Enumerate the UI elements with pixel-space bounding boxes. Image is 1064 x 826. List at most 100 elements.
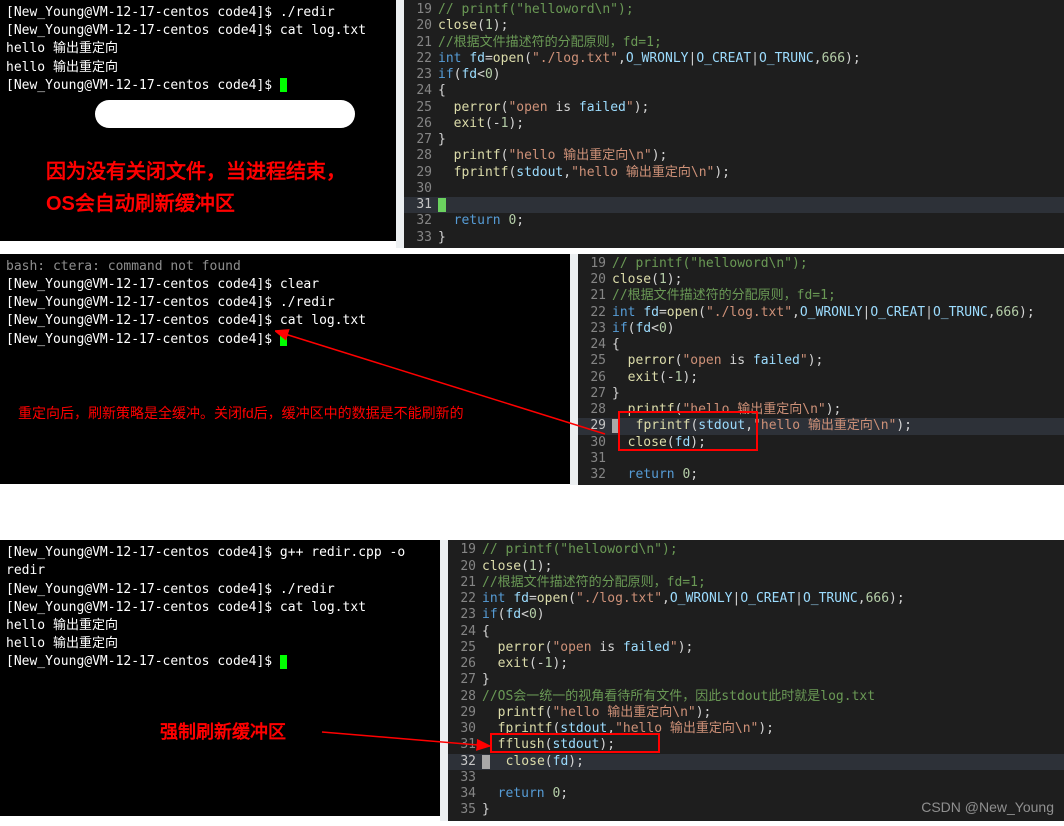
code-line: 21//根据文件描述符的分配原则，fd=1; bbox=[578, 288, 1064, 304]
line-number: 19 bbox=[404, 2, 438, 18]
line-number: 27 bbox=[448, 672, 482, 688]
line-number: 31 bbox=[578, 451, 612, 467]
term-line: hello 输出重定向 bbox=[6, 59, 390, 77]
arrow-icon bbox=[320, 728, 500, 752]
editor-cursor-icon bbox=[482, 755, 490, 769]
line-number: 19 bbox=[448, 542, 482, 558]
code-line: 20close(1); bbox=[578, 272, 1064, 288]
line-number: 21 bbox=[578, 288, 612, 304]
annotation-red-3: 强制刷新缓冲区 bbox=[160, 720, 286, 745]
code-line: 21//根据文件描述符的分配原则，fd=1; bbox=[448, 575, 1064, 591]
code-line: 26 exit(-1); bbox=[578, 370, 1064, 386]
code-line: 28 printf("hello 输出重定向\n"); bbox=[404, 148, 1064, 164]
line-number: 30 bbox=[404, 181, 438, 197]
highlight-box-fflush bbox=[490, 733, 660, 753]
code-line: 31 bbox=[404, 197, 1064, 213]
term-line: bash: ctera: command not found bbox=[6, 258, 564, 276]
line-number: 22 bbox=[404, 51, 438, 67]
term-line: [New_Young@VM-12-17-centos code4]$ clear bbox=[6, 276, 564, 294]
code-line: 25 perror("open is failed"); bbox=[578, 353, 1064, 369]
code-line: 22int fd=open("./log.txt",O_WRONLY|O_CRE… bbox=[578, 305, 1064, 321]
code-line: 26 exit(-1); bbox=[448, 656, 1064, 672]
code-line: 22int fd=open("./log.txt",O_WRONLY|O_CRE… bbox=[404, 51, 1064, 67]
line-number: 24 bbox=[404, 83, 438, 99]
code-editor-2[interactable]: 19// printf("helloword\n");20close(1);21… bbox=[578, 254, 1064, 486]
annotation-red-1: 因为没有关闭文件，当进程结束，OS会自动刷新缓冲区 bbox=[46, 156, 366, 220]
terminal-1[interactable]: [New_Young@VM-12-17-centos code4]$ ./red… bbox=[0, 0, 396, 241]
code-line: 32 return 0; bbox=[578, 467, 1064, 483]
line-number: 26 bbox=[448, 656, 482, 672]
term-line: hello 输出重定向 bbox=[6, 635, 434, 653]
term-line: hello 输出重定向 bbox=[6, 617, 434, 635]
code-line: 32 close(fd); bbox=[448, 754, 1064, 770]
gutter bbox=[440, 540, 448, 820]
watermark: CSDN @New_Young bbox=[921, 799, 1054, 815]
code-line: 30 bbox=[404, 181, 1064, 197]
code-line: 24{ bbox=[404, 83, 1064, 99]
line-number: 33 bbox=[448, 770, 482, 786]
line-number: 20 bbox=[404, 18, 438, 34]
code-line: 23if(fd<0) bbox=[448, 607, 1064, 623]
line-number: 23 bbox=[448, 607, 482, 623]
line-number: 26 bbox=[404, 116, 438, 132]
terminal-3[interactable]: [New_Young@VM-12-17-centos code4]$ g++ r… bbox=[0, 540, 440, 816]
line-number: 25 bbox=[404, 100, 438, 116]
code-line: 32 return 0; bbox=[404, 213, 1064, 229]
editor-cursor-icon bbox=[438, 198, 446, 212]
code-line: 33} bbox=[404, 230, 1064, 246]
term-line: [New_Young@VM-12-17-centos code4]$ ./red… bbox=[6, 581, 434, 599]
line-number: 22 bbox=[578, 305, 612, 321]
cursor-icon bbox=[280, 655, 287, 669]
code-line: 25 perror("open is failed"); bbox=[404, 100, 1064, 116]
line-number: 29 bbox=[404, 165, 438, 181]
code-line: 19// printf("helloword\n"); bbox=[404, 2, 1064, 18]
term-line: [New_Young@VM-12-17-centos code4]$ bbox=[6, 77, 390, 95]
term-line: [New_Young@VM-12-17-centos code4]$ cat l… bbox=[6, 22, 390, 40]
code-line: 27} bbox=[578, 386, 1064, 402]
code-line: 27} bbox=[448, 672, 1064, 688]
line-number: 33 bbox=[404, 230, 438, 246]
line-number: 32 bbox=[578, 467, 612, 483]
arrow-icon bbox=[275, 324, 615, 444]
term-line: [New_Young@VM-12-17-centos code4]$ bbox=[6, 653, 434, 671]
term-line: [New_Young@VM-12-17-centos code4]$ ./red… bbox=[6, 294, 564, 312]
code-line: 21//根据文件描述符的分配原则，fd=1; bbox=[404, 35, 1064, 51]
highlight-box-close bbox=[618, 411, 758, 451]
code-line: 23if(fd<0) bbox=[404, 67, 1064, 83]
term-line: hello 输出重定向 bbox=[6, 40, 390, 58]
cursor-icon bbox=[280, 78, 287, 92]
code-editor-1[interactable]: 19// printf("helloword\n");20close(1);21… bbox=[404, 0, 1064, 248]
line-number: 23 bbox=[404, 67, 438, 83]
panel-group-1: [New_Young@VM-12-17-centos code4]$ ./red… bbox=[0, 0, 1064, 248]
line-number: 20 bbox=[578, 272, 612, 288]
code-line: 20close(1); bbox=[448, 559, 1064, 575]
code-line: 25 perror("open is failed"); bbox=[448, 640, 1064, 656]
code-line: 29 printf("hello 输出重定向\n"); bbox=[448, 705, 1064, 721]
code-line: 29 fprintf(stdout,"hello 输出重定向\n"); bbox=[404, 165, 1064, 181]
code-line: 24{ bbox=[448, 624, 1064, 640]
code-line: 28//OS会一统一的视角看待所有文件，因此stdout此时就是log.txt bbox=[448, 689, 1064, 705]
code-line: 19// printf("helloword\n"); bbox=[578, 256, 1064, 272]
line-number: 32 bbox=[448, 754, 482, 770]
code-editor-3[interactable]: 19// printf("helloword\n");20close(1);21… bbox=[448, 540, 1064, 820]
line-number: 25 bbox=[448, 640, 482, 656]
code-line: 26 exit(-1); bbox=[404, 116, 1064, 132]
line-number: 28 bbox=[404, 148, 438, 164]
line-number: 28 bbox=[448, 689, 482, 705]
line-number: 22 bbox=[448, 591, 482, 607]
term-line: [New_Young@VM-12-17-centos code4]$ cat l… bbox=[6, 599, 434, 617]
code-line: 24{ bbox=[578, 337, 1064, 353]
line-number: 34 bbox=[448, 786, 482, 802]
panel-group-2: bash: ctera: command not found [New_Youn… bbox=[0, 254, 1064, 486]
code-line: 23if(fd<0) bbox=[578, 321, 1064, 337]
line-number: 32 bbox=[404, 213, 438, 229]
line-number: 35 bbox=[448, 802, 482, 818]
code-line: 33 bbox=[448, 770, 1064, 786]
panel-group-3: [New_Young@VM-12-17-centos code4]$ g++ r… bbox=[0, 540, 1064, 820]
term-line: [New_Young@VM-12-17-centos code4]$ ./red… bbox=[6, 4, 390, 22]
line-number: 27 bbox=[404, 132, 438, 148]
line-number: 20 bbox=[448, 559, 482, 575]
code-line: 19// printf("helloword\n"); bbox=[448, 542, 1064, 558]
code-line: 31 bbox=[578, 451, 1064, 467]
line-number: 29 bbox=[448, 705, 482, 721]
